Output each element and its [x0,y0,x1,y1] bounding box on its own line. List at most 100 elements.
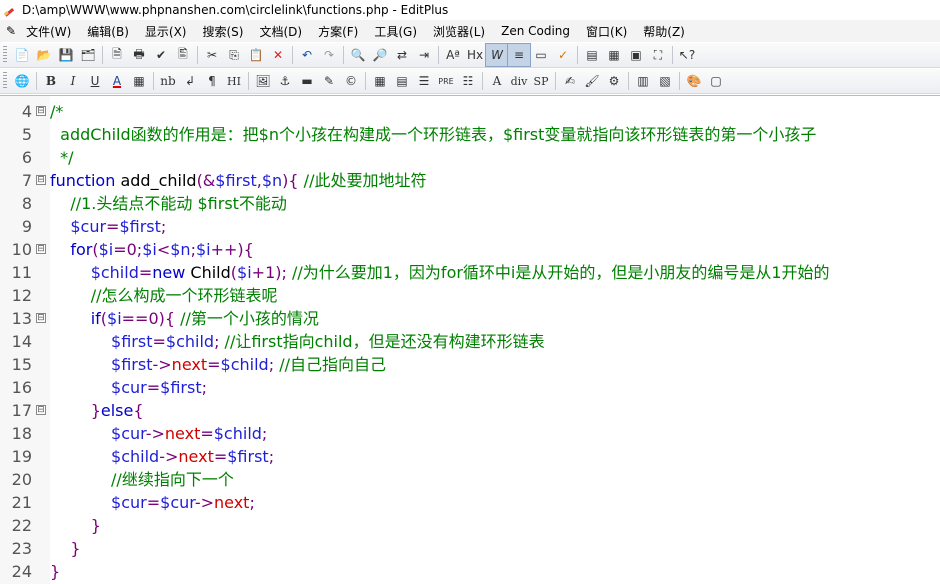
code-line[interactable]: 19 $child->next=$first; [0,445,940,468]
color-picker-icon[interactable]: ▦ [128,70,150,92]
menu-item[interactable]: 帮助(Z) [635,23,693,40]
spell-check-icon[interactable]: ✔ [150,44,172,66]
code-line[interactable]: 11 $child=new Child($i+1); //为什么要加1，因为fo… [0,261,940,284]
save-all-icon[interactable]: 🗂 [77,44,99,66]
code-line[interactable]: 23 } [0,537,940,560]
paragraph-icon[interactable]: ¶ [201,70,223,92]
undo-icon[interactable]: ↶ [296,44,318,66]
directory-window-icon[interactable]: ▤ [581,44,603,66]
print-preview-icon[interactable]: 🗎 [106,44,128,66]
code-line[interactable]: 6 */ [0,146,940,169]
form-icon[interactable]: ▤ [391,70,413,92]
heading-button[interactable]: HI [223,70,245,92]
menu-item[interactable]: 编辑(B) [79,23,137,40]
word-wrap-icon[interactable]: W [485,43,509,67]
code-line[interactable]: 20 //继续指向下一个 [0,468,940,491]
code-line[interactable]: 10 ⊟ for($i=0;$i<$n;$i++){ [0,238,940,261]
fullscreen-icon[interactable]: ⛶ [647,44,669,66]
line-number-icon[interactable]: ≡ [507,43,531,67]
fold-toggle-icon[interactable]: ⊟ [36,244,46,254]
window-icon[interactable]: ▢ [705,70,727,92]
menu-item[interactable]: 搜索(S) [195,23,252,40]
code-line[interactable]: 17 ⊟ }else{ [0,399,940,422]
bold-button[interactable]: B [40,70,62,92]
code-line[interactable]: 4 ⊟ /* [0,100,940,123]
open-folder-icon[interactable]: 📂 [33,44,55,66]
image-icon[interactable]: 🖼 [252,70,274,92]
italic-button[interactable]: I [62,70,84,92]
horizontal-rule-icon[interactable]: ▬ [296,70,318,92]
list-icon[interactable]: ☷ [457,70,479,92]
cliptext-window-icon[interactable]: ▦ [603,44,625,66]
code-editor[interactable]: 4 ⊟ /* 5 addChild函数的作用是：把$n个小孩在构建成一个环形链表，$f… [0,95,940,584]
font-tag-icon[interactable]: A [486,70,508,92]
edit-pencil-icon[interactable]: ✎ [318,70,340,92]
output-window-icon[interactable]: ▣ [625,44,647,66]
menu-item[interactable]: Zen Coding [493,24,578,38]
center-align-icon[interactable]: ☰ [413,70,435,92]
menu-item[interactable]: 窗口(K) [578,23,635,40]
menu-item[interactable]: 文件(W) [18,23,79,40]
code-line[interactable]: 12 //怎么构成一个环形链表呢 [0,284,940,307]
line-break-icon[interactable]: ↲ [179,70,201,92]
underline-button[interactable]: U [84,70,106,92]
pre-button[interactable]: PRE [435,70,457,92]
fold-toggle-icon[interactable]: ⊟ [36,313,46,323]
brush-icon[interactable]: 🖌 [581,70,603,92]
menu-item[interactable]: 方案(F) [310,23,366,40]
span-button[interactable]: SP [530,70,552,92]
script-icon[interactable]: ⚙ [603,70,625,92]
toolbar-grip[interactable] [3,72,7,90]
code-line[interactable]: 24} [0,560,940,583]
find-icon[interactable]: 🔍 [347,44,369,66]
code-line[interactable]: 5 addChild函数的作用是：把$n个小孩在构建成一个环形链表，$first… [0,123,940,146]
code-line[interactable]: 21 $cur=$cur->next; [0,491,940,514]
fold-toggle-icon[interactable]: ⊟ [36,175,46,185]
nbsp-button[interactable]: nb [157,70,179,92]
code-line[interactable]: 18 $cur->next=$child; [0,422,940,445]
check-icon[interactable]: ✓ [552,44,574,66]
redo-icon[interactable]: ↷ [318,44,340,66]
print-icon[interactable]: 🖶 [128,44,150,66]
hex-view-icon[interactable]: Hx [464,44,486,66]
menu-item[interactable]: 工具(G) [366,23,425,40]
html-preview-icon[interactable]: 🖺 [172,44,194,66]
font-color-button[interactable]: A [106,70,128,92]
div-button[interactable]: div [508,70,530,92]
replace-icon[interactable]: ⇄ [391,44,413,66]
layout-icon[interactable]: ▧ [654,70,676,92]
code-line[interactable]: 16 $cur=$first; [0,376,940,399]
code-line[interactable]: 14 $first=$child; //让first指向child，但是还没有构… [0,330,940,353]
cut-icon[interactable]: ✂ [201,44,223,66]
style-edit-icon[interactable]: ✍ [559,70,581,92]
fold-toggle-icon[interactable]: ⊟ [36,106,46,116]
code-line[interactable]: 8 //1.头结点不能动 $first不能动 [0,192,940,215]
frame-icon[interactable]: ▥ [632,70,654,92]
code-line[interactable]: 13 ⊟ if($i==0){ //第一个小孩的情况 [0,307,940,330]
paste-icon[interactable]: 📋 [245,44,267,66]
table-icon[interactable]: ▦ [369,70,391,92]
menu-item[interactable]: 浏览器(L) [425,23,493,40]
goto-line-icon[interactable]: ⇥ [413,44,435,66]
browser-globe-icon[interactable]: 🌐 [11,70,33,92]
save-icon[interactable]: 💾 [55,44,77,66]
delete-icon[interactable]: ✕ [267,44,289,66]
menu-item[interactable]: 显示(X) [137,23,195,40]
anchor-icon[interactable]: ⚓ [274,70,296,92]
new-file-icon[interactable]: 📄 [11,44,33,66]
copy-icon[interactable]: ⎘ [223,44,245,66]
toolbar-grip[interactable] [3,46,7,64]
palette-icon[interactable]: 🎨 [683,70,705,92]
fold-toggle-icon[interactable]: ⊟ [36,405,46,415]
pencil-icon[interactable]: ✎ [0,24,18,38]
help-cursor-icon[interactable]: ↖? [676,44,698,66]
code-line[interactable]: 9 $cur=$first; [0,215,940,238]
font-icon[interactable]: Aª [442,44,464,66]
find-in-files-icon[interactable]: 🔎 [369,44,391,66]
code-line[interactable]: 22 } [0,514,940,537]
ruler-icon[interactable]: ▭ [530,44,552,66]
menu-item[interactable]: 文档(D) [251,23,310,40]
code-line[interactable]: 15 $first->next=$child; //自己指向自己 [0,353,940,376]
copyright-icon[interactable]: © [340,70,362,92]
code-line[interactable]: 7 ⊟ function add_child(&$first,$n){ //此处要加… [0,169,940,192]
